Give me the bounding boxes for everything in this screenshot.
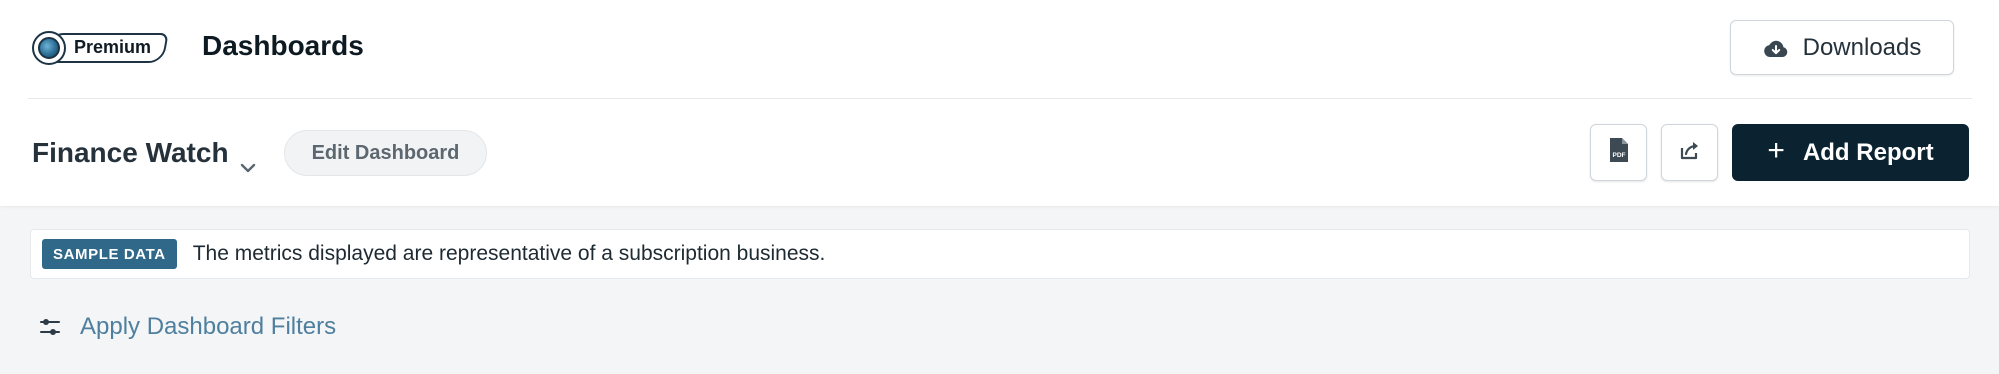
export-pdf-button[interactable]: PDF <box>1590 124 1647 181</box>
pdf-icon-text: PDF <box>1612 152 1625 159</box>
apply-filters-label: Apply Dashboard Filters <box>80 313 337 340</box>
dashboard-selector[interactable]: Finance Watch <box>32 137 257 173</box>
plus-icon: + <box>1767 134 1785 167</box>
pdf-file-icon: PDF <box>1608 137 1630 168</box>
share-button[interactable] <box>1661 124 1718 181</box>
page-title: Dashboards <box>202 30 364 61</box>
sample-data-text: The metrics displayed are representative… <box>192 242 826 265</box>
add-report-label: Add Report <box>1802 138 1934 166</box>
dashboard-name: Finance Watch <box>32 137 229 168</box>
top-panel: Premium Dashboards Downloads Finance Wat… <box>0 0 1999 206</box>
chevron-down-icon <box>239 149 257 173</box>
app-header: Premium Dashboards Downloads <box>0 0 1999 98</box>
sample-data-notice: SAMPLE DATA The metrics displayed are re… <box>30 229 1970 279</box>
sliders-icon <box>38 316 62 338</box>
sample-data-badge: SAMPLE DATA <box>42 239 177 269</box>
premium-globe-icon <box>32 31 66 65</box>
apply-filters-link[interactable]: Apply Dashboard Filters <box>38 313 336 341</box>
premium-label: Premium <box>74 37 152 57</box>
premium-logo: Premium <box>32 31 169 65</box>
dashboard-toolbar: Finance Watch Edit Dashboard PDF + Add R… <box>0 99 1999 206</box>
edit-dashboard-button[interactable]: Edit Dashboard <box>284 130 487 176</box>
add-report-button[interactable]: + Add Report <box>1732 124 1969 181</box>
cloud-download-icon <box>1763 38 1789 58</box>
downloads-button[interactable]: Downloads <box>1730 20 1954 75</box>
share-icon <box>1679 140 1701 165</box>
downloads-label: Downloads <box>1802 33 1922 61</box>
